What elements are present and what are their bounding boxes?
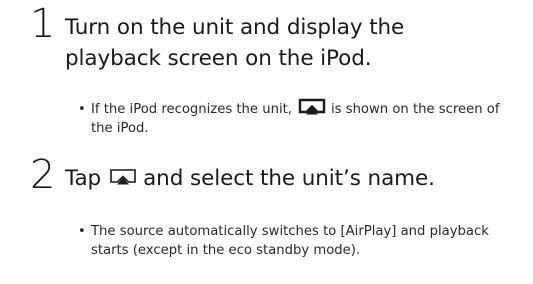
bullet-dot: • <box>78 224 86 239</box>
step-bullet: • If the iPod recognizes the unit, is sho… <box>78 98 523 138</box>
bullet-text: The source automatically switches to [Ai… <box>91 224 489 258</box>
bullet-text: If the iPod recognizes the unit, is shown… <box>78 98 523 138</box>
step-heading: Tap and select the unit’s name. <box>65 163 505 194</box>
step-number: 2 <box>30 152 56 198</box>
heading-text-before-icon: Tap <box>65 166 102 191</box>
bullet-text-before-icon: If the iPod recognizes the unit, <box>91 102 292 117</box>
step-bullet: • The source automatically switches to [… <box>78 222 523 260</box>
airplay-icon <box>109 168 137 186</box>
bullet-dot: • <box>78 102 86 117</box>
step-heading: Turn on the unit and display the playbac… <box>65 15 405 71</box>
step-number: 1 <box>30 1 56 47</box>
airplay-icon <box>298 98 326 116</box>
heading-text-after-icon: and select the unit’s name. <box>143 166 435 191</box>
